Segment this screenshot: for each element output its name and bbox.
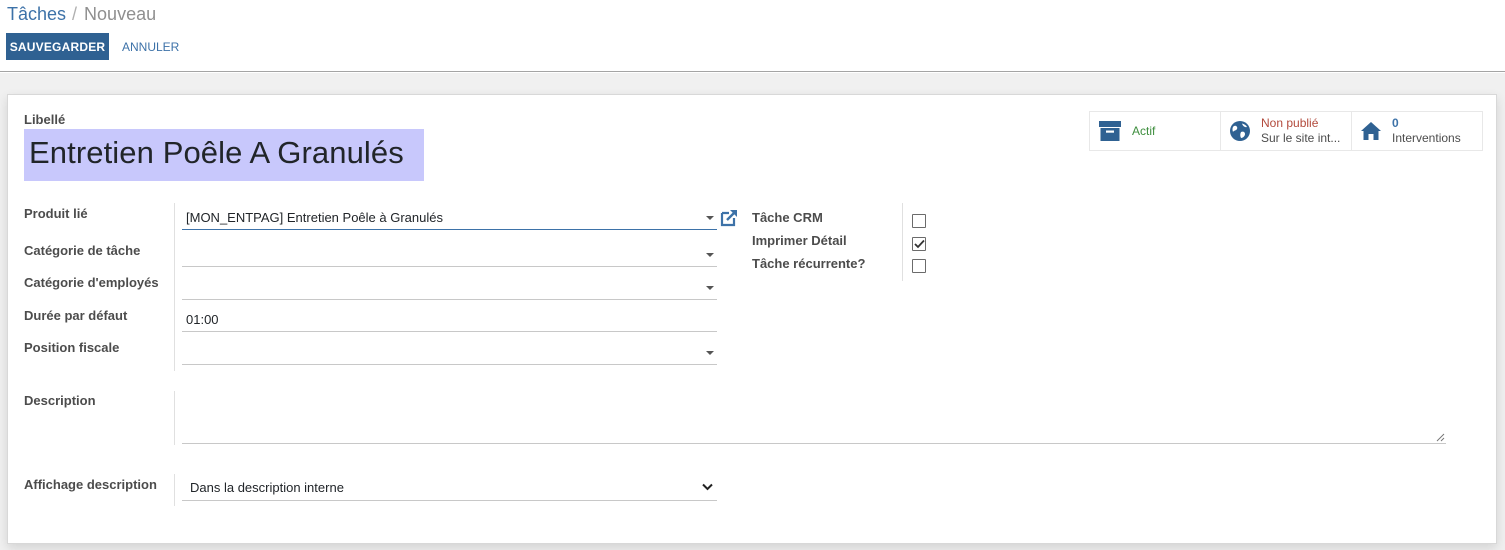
display-description-value: Dans la description interne [190,480,344,495]
control-panel: Tâches / Nouveau SAUVEGARDER ANNULER [0,0,1505,72]
breadcrumb: Tâches / Nouveau [7,4,156,25]
globe-icon [1229,119,1251,143]
active-label: Actif [1132,124,1156,138]
display-separator-line [174,474,175,506]
description-textarea[interactable] [182,392,1446,444]
chevron-down-icon [702,483,713,491]
publish-sub: Sur le site int... [1261,131,1341,145]
check-icon [914,239,925,249]
employee-category-label: Catégorie d'employés [24,275,159,290]
chevron-down-icon[interactable] [706,216,714,220]
product-value: [MON_ENTPAG] Entretien Poêle à Granulés [186,210,443,225]
breadcrumb-current: Nouveau [84,4,157,24]
display-description-select[interactable]: Dans la description interne [182,475,717,501]
employee-category-field[interactable] [182,276,717,300]
print-detail-label: Imprimer Détail [752,233,847,248]
interventions-button[interactable]: 0 Interventions [1352,112,1482,150]
fiscal-position-field[interactable] [182,341,717,365]
task-category-field[interactable] [182,243,717,267]
smart-button-box: Actif Non publié Sur le site int... 0 In… [1089,111,1483,151]
interventions-label: Interventions [1392,131,1461,145]
cancel-button[interactable]: ANNULER [116,33,185,60]
external-link-icon[interactable] [719,208,739,228]
form-sheet: Libellé Entretien Poêle A Granulés Actif… [7,94,1497,544]
default-duration-label: Durée par défaut [24,308,128,323]
description-label: Description [24,393,96,408]
interventions-count: 0 [1392,116,1399,130]
crm-task-checkbox[interactable] [912,214,926,228]
fiscal-position-label: Position fiscale [24,340,120,355]
display-description-label: Affichage description [24,477,157,492]
recurring-task-label: Tâche récurrente? [752,256,866,271]
label-separator-line [174,203,175,371]
publish-status: Non publié [1261,116,1319,130]
default-duration-value: 01:00 [186,312,219,327]
recurring-task-checkbox[interactable] [912,259,926,273]
default-duration-input[interactable]: 01:00 [182,308,717,332]
website-publish-button[interactable]: Non publié Sur le site int... [1221,112,1352,150]
task-category-label: Catégorie de tâche [24,243,141,258]
product-field[interactable]: [MON_ENTPAG] Entretien Poêle à Granulés [182,206,717,230]
resize-grip-icon[interactable] [1436,433,1445,442]
right-label-separator-line [902,203,903,281]
active-toggle-button[interactable]: Actif [1090,112,1221,150]
crm-task-label: Tâche CRM [752,210,823,225]
chevron-down-icon[interactable] [706,286,714,290]
breadcrumb-parent-link[interactable]: Tâches [7,4,66,25]
chevron-down-icon[interactable] [706,351,714,355]
title-label: Libellé [24,112,66,127]
product-label: Produit lié [24,206,88,221]
save-button[interactable]: SAUVEGARDER [6,33,109,60]
description-separator-line [174,391,175,445]
archive-icon [1098,119,1122,143]
chevron-down-icon[interactable] [706,253,714,257]
breadcrumb-separator: / [72,4,78,24]
title-input[interactable]: Entretien Poêle A Granulés [24,129,424,181]
home-icon [1360,119,1382,143]
print-detail-checkbox[interactable] [912,237,926,251]
